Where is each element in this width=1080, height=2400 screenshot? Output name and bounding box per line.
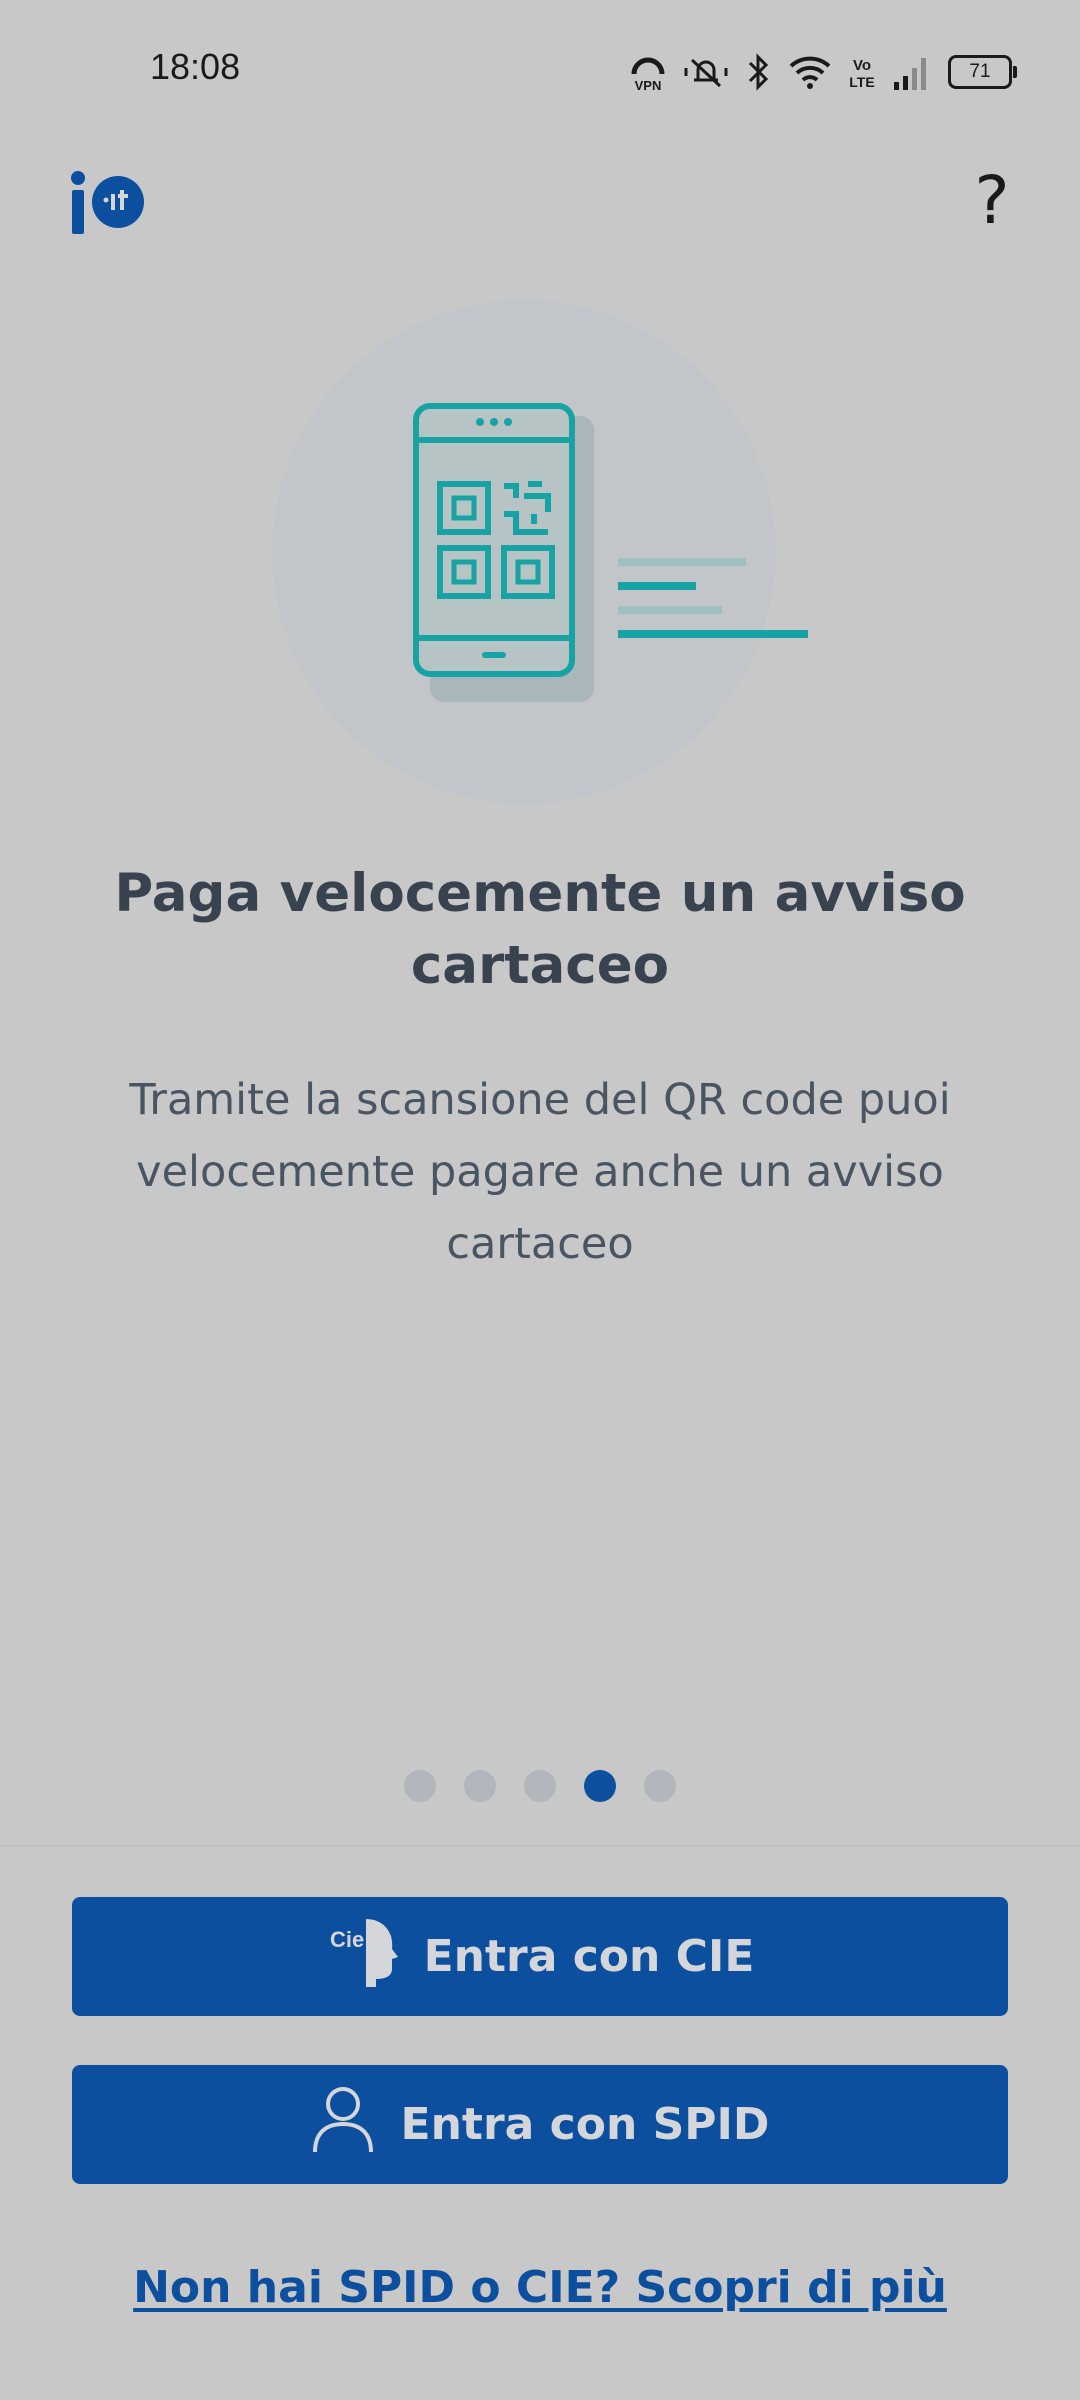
phone-qr-code-icon [272,300,812,805]
battery-icon: 71 [948,55,1017,89]
login-spid-label: Entra con SPID [400,2099,770,2150]
pagination-dot[interactable] [584,1770,616,1802]
bottom-divider [0,1845,1080,1847]
cie-id-icon: Cie ID [326,1913,398,2000]
login-onboarding-screen: 18:08 VPN Vo LTE 71 ? Paga velocemente u… [0,0,1080,2400]
pagination-dot[interactable] [524,1770,556,1802]
status-icons: VPN Vo LTE 71 [628,50,1017,94]
slide-title: Paga velocemente un avviso cartaceo [114,863,966,996]
battery-level: 71 [969,61,991,82]
wifi-icon [788,52,832,92]
signal-icon [892,52,932,92]
vpn-label: VPN [635,78,662,92]
help-button[interactable]: ? [952,160,1032,240]
pagination-dot[interactable] [644,1770,676,1802]
slide-pagination [0,1770,1080,1802]
login-cie-label: Entra con CIE [423,1931,755,1982]
user-icon [311,2084,375,2165]
muted-bell-icon [684,52,728,92]
svg-text:LTE: LTE [849,74,874,90]
pagination-dot[interactable] [464,1770,496,1802]
svg-text:Vo: Vo [853,57,871,74]
status-time: 18:08 [150,46,241,87]
io-app-logo [70,168,146,236]
login-cie-button[interactable]: Cie ID Entra con CIE [72,1897,1008,2016]
slide-body: Tramite la scansione del QR code puoi ve… [129,1075,951,1269]
cie-icon-text: Cie ID [330,1927,392,1952]
bluetooth-icon [744,52,772,92]
login-spid-button[interactable]: Entra con SPID [72,2065,1008,2184]
pagination-dot[interactable] [404,1770,436,1802]
volte-icon: Vo LTE [848,52,876,92]
learn-more-link[interactable]: Non hai SPID o CIE? Scopri di più [0,2262,1080,2313]
status-bar: 18:08 VPN Vo LTE 71 [0,0,1080,140]
vpn-icon: VPN [628,52,668,92]
